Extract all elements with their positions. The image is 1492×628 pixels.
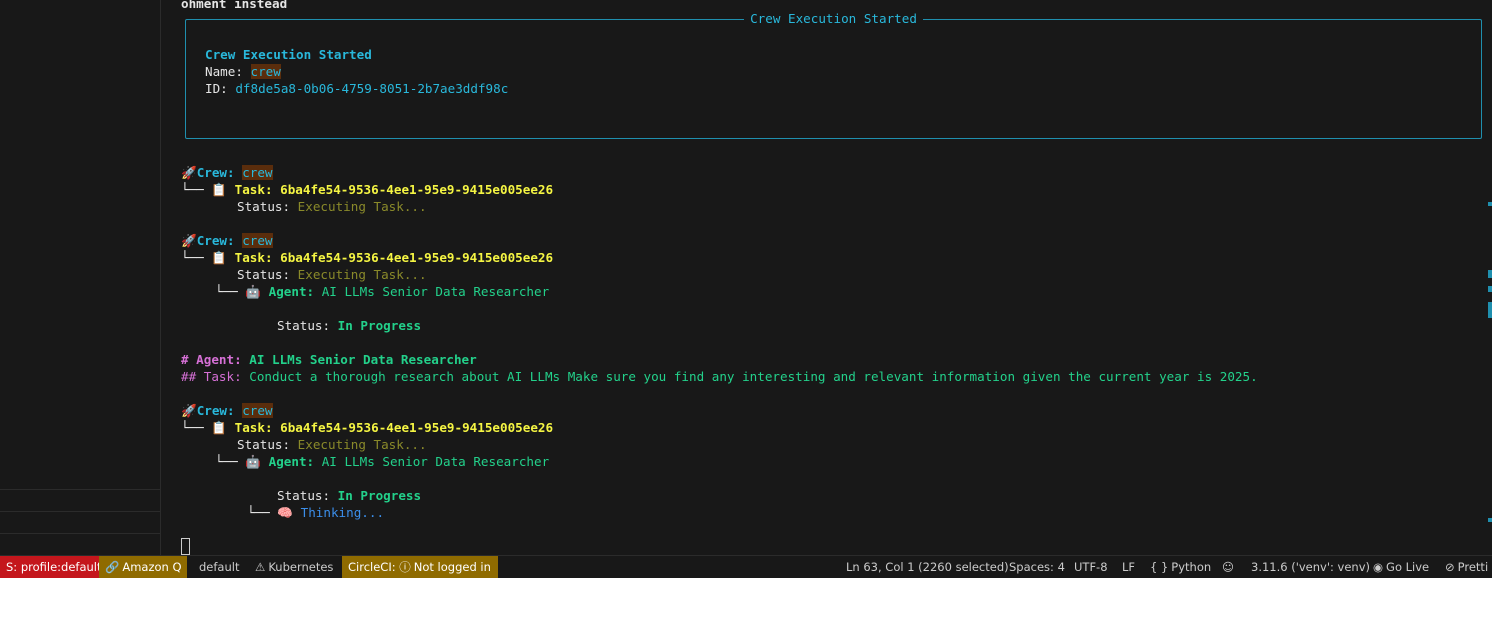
- no-entry-icon: ⊘: [1445, 560, 1455, 574]
- braces-icon: { }: [1150, 560, 1169, 574]
- warning-icon: ⚠: [255, 560, 266, 574]
- scrollbar-marker: [1488, 202, 1492, 206]
- broadcast-icon: ◉: [1373, 560, 1384, 574]
- clipboard-icon: 📋: [211, 420, 228, 435]
- crew-line: 🚀Crew: crew: [181, 403, 273, 418]
- terminal-cursor: [181, 538, 190, 555]
- account-icon: ⓘ: [399, 560, 411, 574]
- cursor-position-item[interactable]: Ln 63, Col 1 (2260 selected): [840, 556, 1015, 578]
- aws-profile-item[interactable]: S: profile:default: [0, 556, 102, 578]
- side-panel-divider: [0, 511, 160, 512]
- agent-line: └── 🤖 Agent: AI LLMs Senior Data Researc…: [215, 454, 550, 469]
- prettier-item[interactable]: ⊘ Pretti: [1439, 556, 1492, 578]
- md-agent-line: # Agent: AI LLMs Senior Data Researcher: [181, 352, 477, 367]
- panel-title: Crew Execution Started: [186, 10, 1481, 27]
- status-line: Status: Executing Task...: [237, 267, 427, 282]
- crew-line: 🚀Crew: crew: [181, 233, 273, 248]
- side-panel-divider: [0, 489, 160, 490]
- default-item[interactable]: default: [193, 556, 245, 578]
- terminal-output[interactable]: ohment instead Crew Execution Started Cr…: [161, 0, 1492, 555]
- go-live-item[interactable]: ◉ Go Live: [1367, 556, 1435, 578]
- eol-item[interactable]: LF: [1116, 556, 1141, 578]
- side-panel: [0, 0, 161, 555]
- panel-name-line: Name: crew: [205, 64, 281, 79]
- kubernetes-item[interactable]: ⚠ Kubernetes: [249, 556, 339, 578]
- scrollbar-marker: [1488, 286, 1492, 292]
- scrollbar-marker: [1488, 518, 1492, 522]
- copilot-item[interactable]: ☺: [1216, 556, 1240, 578]
- panel-id-line: ID: df8de5a8-0b06-4759-8051-2b7ae3ddf98c: [205, 81, 509, 96]
- copilot-icon: ☺: [1222, 560, 1234, 574]
- crew-line: 🚀Crew: crew: [181, 165, 273, 180]
- crew-start-panel: Crew Execution Started Crew Execution St…: [185, 11, 1482, 139]
- language-item[interactable]: { } Python: [1144, 556, 1217, 578]
- status-bar: S: profile:default 🔗 Amazon Q default ⚠ Ku…: [0, 555, 1492, 578]
- circleci-item[interactable]: CircleCI: ⓘ Not logged in: [342, 556, 498, 578]
- side-panel-divider: [0, 533, 160, 534]
- python-interpreter-item[interactable]: 3.11.6 ('venv': venv): [1245, 556, 1376, 578]
- amazon-q-item[interactable]: 🔗 Amazon Q: [99, 556, 187, 578]
- agent-line: └── 🤖 Agent: AI LLMs Senior Data Researc…: [215, 284, 550, 299]
- clipboard-icon: 📋: [211, 182, 228, 197]
- encoding-item[interactable]: UTF-8: [1068, 556, 1114, 578]
- panel-heading: Crew Execution Started: [205, 47, 372, 62]
- brain-icon: 🧠: [277, 505, 294, 520]
- indentation-item[interactable]: Spaces: 4: [1003, 556, 1071, 578]
- status-line: Status: Executing Task...: [237, 437, 427, 452]
- robot-icon: 🤖: [245, 454, 262, 469]
- md-task-line: ## Task: Conduct a thorough research abo…: [181, 369, 1258, 384]
- agent-status-line: Status: In Progress: [277, 488, 422, 503]
- scrollbar-marker: [1488, 270, 1492, 278]
- robot-icon: 🤖: [245, 284, 262, 299]
- task-line: └── 📋 Task: 6ba4fe54-9536-4ee1-95e9-9415…: [181, 182, 554, 197]
- link-icon: 🔗: [105, 560, 120, 574]
- agent-status-line: Status: In Progress: [277, 318, 422, 333]
- task-line: └── 📋 Task: 6ba4fe54-9536-4ee1-95e9-9415…: [181, 420, 554, 435]
- task-line: └── 📋 Task: 6ba4fe54-9536-4ee1-95e9-9415…: [181, 250, 554, 265]
- rocket-icon: 🚀: [181, 165, 197, 180]
- thinking-line: └── 🧠 Thinking...: [247, 505, 385, 520]
- status-line: Status: Executing Task...: [237, 199, 427, 214]
- rocket-icon: 🚀: [181, 233, 197, 248]
- scrollbar-marker: [1488, 302, 1492, 318]
- clipboard-icon: 📋: [211, 250, 228, 265]
- rocket-icon: 🚀: [181, 403, 197, 418]
